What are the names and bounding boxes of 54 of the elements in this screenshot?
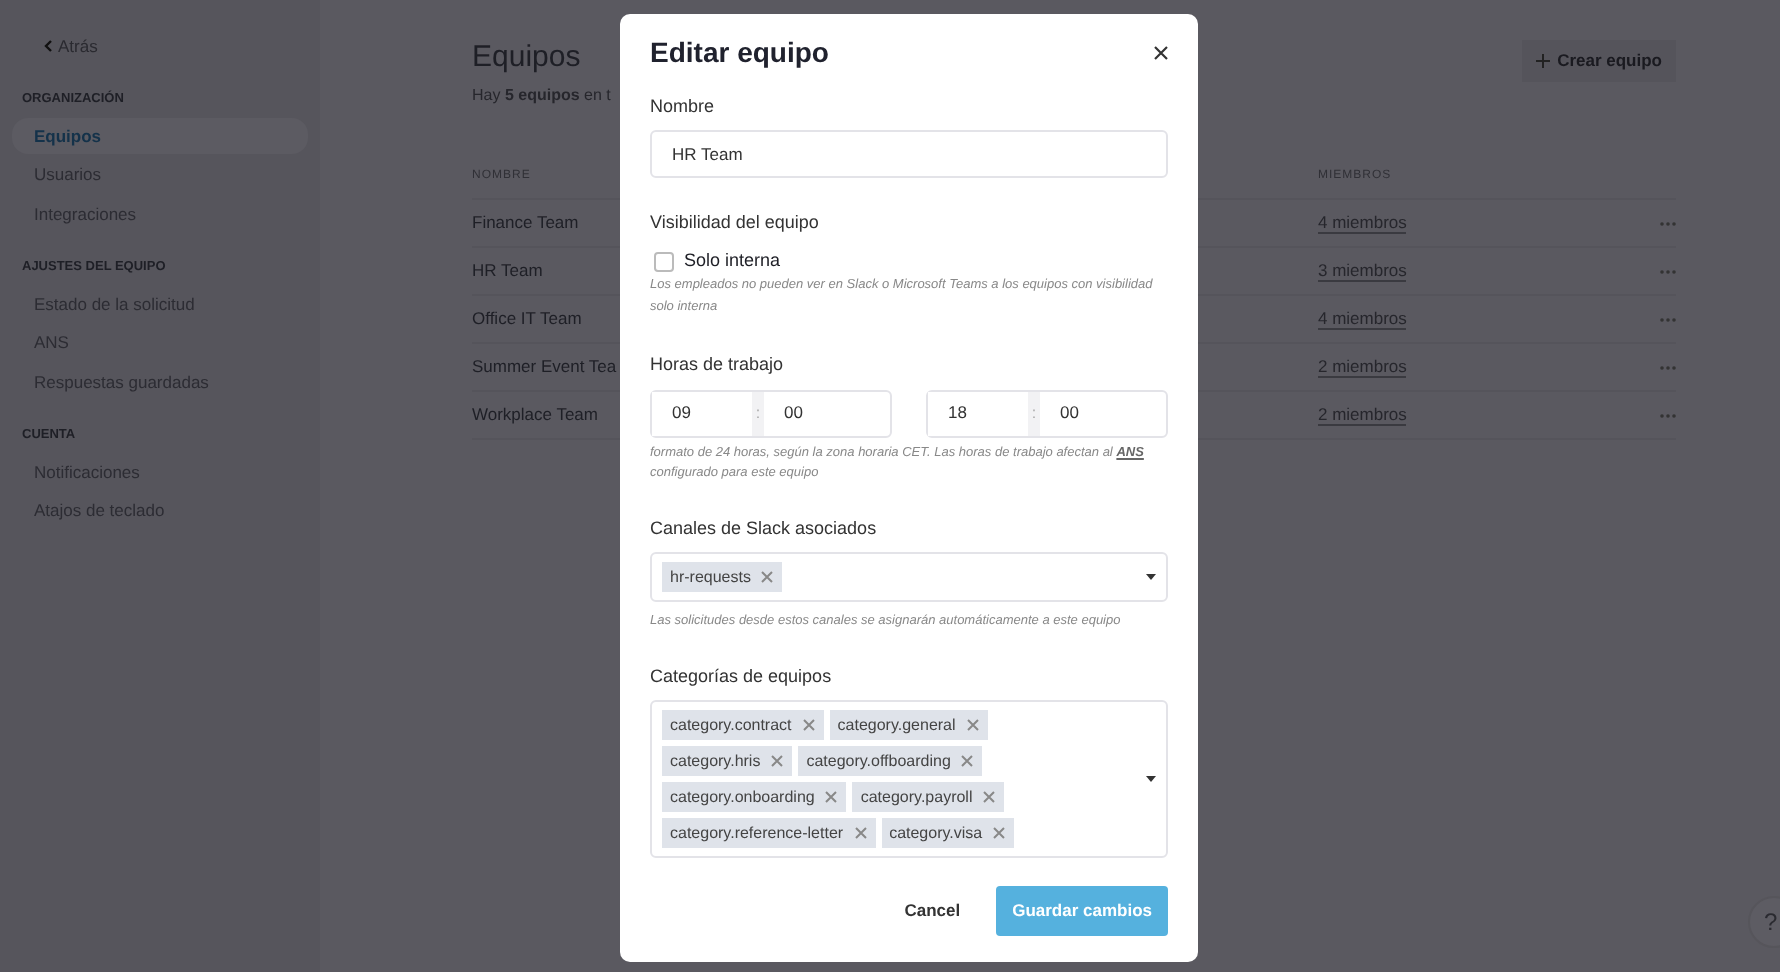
remove-icon[interactable] [853,826,868,841]
team-name: Office IT Team [472,308,582,329]
remove-icon[interactable] [992,826,1007,841]
tag: category.reference-letter [662,818,876,849]
team-name: HR Team [472,260,543,281]
tag: category.onboarding [662,782,847,813]
team-name: Workplace Team [472,404,598,425]
tag: category.visa [881,818,1015,849]
caret-icon[interactable] [1146,574,1156,581]
remove-icon[interactable] [801,718,816,733]
create-team-button[interactable]: Crear equipo [1521,40,1676,82]
field-label: Visibilidad del equipo [650,210,821,237]
tag: category.general [829,710,988,741]
more-icon[interactable] [1660,221,1676,226]
team-name: Finance Team [472,212,579,233]
categories-select[interactable]: category.contract category.general category.hris category.offboarding category.onboarding category.payroll category.reference-letter category.visa [650,700,1168,859]
plus-icon [1535,53,1550,68]
team-name: Summer Event Tea [472,356,617,377]
remove-icon[interactable] [965,718,980,733]
tag: hr-requests [662,562,783,593]
remove-icon[interactable] [982,790,997,805]
page-title: Equipos [472,40,583,76]
time-field[interactable]: 09 : 00 [650,389,892,438]
remove-icon[interactable] [770,754,785,769]
more-icon[interactable] [1660,269,1676,274]
help-button[interactable]: ? [1748,896,1780,948]
remove-icon[interactable] [960,754,975,769]
name-field[interactable]: HR Team [650,130,1168,179]
close-icon[interactable] [1154,45,1168,60]
time-separator: : [752,391,764,436]
save-button[interactable]: Guardar cambios [996,886,1168,937]
field-label: Horas de trabajo [650,352,786,379]
tag: category.contract [662,710,824,741]
modal-title: Editar equipo [650,36,829,70]
slack-channel-select[interactable]: hr-requests [650,552,1168,603]
field-label: Categorías de equipos [650,663,834,690]
more-icon[interactable] [1660,317,1676,322]
field-label: Nombre [650,93,717,120]
chevron-left-icon [44,40,52,53]
field-label: Canales de Slack asociados [650,515,879,542]
checkbox-label: Solo interna [684,247,781,274]
tag: category.payroll [852,782,1005,813]
tag: category.offboarding [798,746,983,777]
caret-icon[interactable] [1146,776,1156,783]
time-separator: : [1028,391,1040,436]
remove-icon[interactable] [760,570,775,585]
more-icon[interactable] [1660,413,1676,418]
sidebar-item[interactable]: Equipos [12,117,308,155]
time-field[interactable]: 18 : 00 [926,389,1168,438]
tag: category.hris [662,746,793,777]
remove-icon[interactable] [824,790,839,805]
cancel-button[interactable]: Cancel [892,896,973,927]
more-icon[interactable] [1660,365,1676,370]
checkbox[interactable] [654,251,674,272]
